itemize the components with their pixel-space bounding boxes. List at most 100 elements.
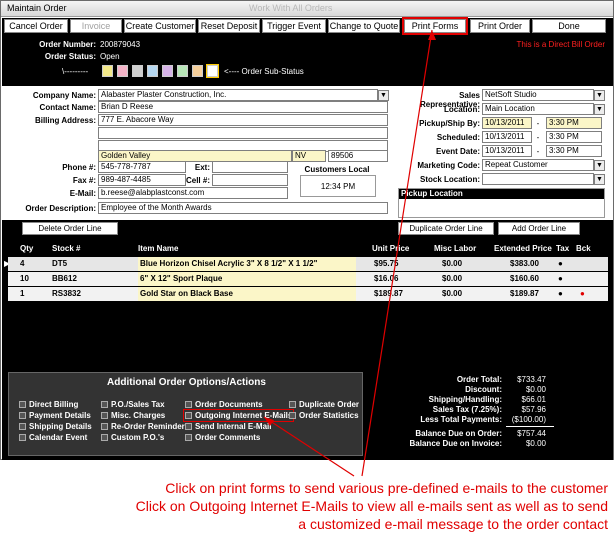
- option-direct-billing[interactable]: Direct Billing: [19, 400, 78, 409]
- row-unit-price[interactable]: $189.87: [374, 289, 403, 298]
- billing-address-label: Billing Address:: [34, 116, 96, 125]
- option-order-statistics[interactable]: Order Statistics: [289, 411, 359, 420]
- location-field[interactable]: Main Location: [482, 103, 594, 115]
- substatus-swatch-5[interactable]: [162, 65, 173, 77]
- state-field[interactable]: NV: [292, 150, 326, 162]
- contact-field[interactable]: Brian D Reese: [98, 101, 388, 113]
- zip-field[interactable]: 89506: [328, 150, 388, 162]
- option-payment-details[interactable]: Payment Details: [19, 411, 91, 420]
- table-row[interactable]: 10 BB612 6" X 12" Sport Plaque $16.06 $0…: [8, 272, 608, 286]
- substatus-swatch-8[interactable]: [206, 64, 219, 78]
- substatus-swatch-2[interactable]: [117, 65, 128, 77]
- row-item-name[interactable]: 6" X 12" Sport Plaque: [138, 272, 356, 286]
- sales-rep-field[interactable]: NetSoft Studio: [482, 89, 594, 101]
- row-tax-icon[interactable]: ●: [558, 289, 563, 298]
- substatus-swatch-1[interactable]: [102, 65, 113, 77]
- event-date-field[interactable]: 10/13/2011: [482, 145, 532, 157]
- pickup-time-field[interactable]: 3:30 PM: [546, 117, 602, 129]
- email-field[interactable]: b.reese@alabplastconst.com: [98, 187, 288, 199]
- address-line2-field[interactable]: [98, 127, 388, 139]
- checkbox-icon[interactable]: [19, 401, 26, 408]
- option-duplicate-order[interactable]: Duplicate Order: [289, 400, 359, 409]
- option-po-sales-tax[interactable]: P.O./Sales Tax: [101, 400, 165, 409]
- row-qty[interactable]: 1: [20, 289, 24, 298]
- duplicate-order-line-button[interactable]: Duplicate Order Line: [398, 222, 494, 235]
- create-customer-button[interactable]: Create Customer: [124, 19, 196, 33]
- option-send-internal-email[interactable]: Send Internal E-Mail: [185, 422, 271, 431]
- cell-field[interactable]: [212, 174, 288, 186]
- option-custom-pos[interactable]: Custom P.O.'s: [101, 433, 164, 442]
- pickup-location-panel[interactable]: Pickup Location: [398, 188, 605, 218]
- print-order-button[interactable]: Print Order: [470, 19, 530, 33]
- row-stock[interactable]: RS3832: [52, 289, 81, 298]
- row-unit-price[interactable]: $16.06: [374, 274, 398, 283]
- location-dropdown-icon[interactable]: ▼: [594, 104, 605, 115]
- option-reorder-reminders[interactable]: Re-Order Reminders: [101, 422, 189, 431]
- checkbox-icon[interactable]: [101, 434, 108, 441]
- option-shipping-details[interactable]: Shipping Details: [19, 422, 92, 431]
- option-outgoing-internet-emails[interactable]: Outgoing Internet E-Mails: [182, 409, 295, 422]
- row-unit-price[interactable]: $95.75: [374, 259, 398, 268]
- invoice-button[interactable]: Invoice: [70, 19, 122, 33]
- checkbox-icon[interactable]: [19, 423, 26, 430]
- event-time-field[interactable]: 3:30 PM: [546, 145, 602, 157]
- checkbox-icon[interactable]: [185, 423, 192, 430]
- checkbox-icon[interactable]: [289, 401, 296, 408]
- row-extended-price: $160.60: [510, 274, 539, 283]
- row-misc-labor[interactable]: $0.00: [442, 289, 462, 298]
- company-field[interactable]: Alabaster Plaster Construction, Inc.: [98, 89, 378, 101]
- option-calendar-event[interactable]: Calendar Event: [19, 433, 87, 442]
- row-stock[interactable]: DT5: [52, 259, 67, 268]
- change-to-quote-button[interactable]: Change to Quote: [328, 19, 400, 33]
- row-tax-icon[interactable]: ●: [558, 259, 563, 268]
- delete-order-line-button[interactable]: Delete Order Line: [22, 222, 118, 235]
- checkbox-icon[interactable]: [19, 434, 26, 441]
- company-dropdown-icon[interactable]: ▼: [378, 90, 389, 101]
- trigger-event-button[interactable]: Trigger Event: [262, 19, 326, 33]
- marketing-code-field[interactable]: Repeat Customer: [482, 159, 594, 171]
- row-misc-labor[interactable]: $0.00: [442, 259, 462, 268]
- address-line1-field[interactable]: 777 E. Abacore Way: [98, 114, 388, 126]
- ext-field[interactable]: [212, 161, 288, 173]
- row-qty[interactable]: 4: [20, 259, 24, 268]
- substatus-swatch-6[interactable]: [177, 65, 188, 77]
- print-forms-button[interactable]: Print Forms: [402, 17, 468, 35]
- substatus-swatch-4[interactable]: [147, 65, 158, 77]
- substatus-swatch-7[interactable]: [192, 65, 203, 77]
- reset-deposit-button[interactable]: Reset Deposit: [198, 19, 260, 33]
- row-qty[interactable]: 10: [20, 274, 29, 283]
- row-tax-icon[interactable]: ●: [558, 274, 563, 283]
- scheduled-time-field[interactable]: 3:30 PM: [546, 131, 602, 143]
- option-misc-charges[interactable]: Misc. Charges: [101, 411, 165, 420]
- phone-field[interactable]: 545-778-7787: [98, 161, 186, 173]
- done-button[interactable]: Done: [532, 19, 606, 33]
- order-description-field[interactable]: Employee of the Month Awards: [98, 202, 388, 214]
- sales-rep-dropdown-icon[interactable]: ▼: [594, 90, 605, 101]
- option-order-documents[interactable]: Order Documents: [185, 400, 263, 409]
- checkbox-icon[interactable]: [185, 434, 192, 441]
- row-bck-icon[interactable]: ●: [580, 289, 585, 298]
- fax-field[interactable]: 989-487-4485: [98, 174, 186, 186]
- checkbox-icon[interactable]: [101, 412, 108, 419]
- option-order-comments[interactable]: Order Comments: [185, 433, 260, 442]
- marketing-code-dropdown-icon[interactable]: ▼: [594, 160, 605, 171]
- row-item-name[interactable]: Gold Star on Black Base: [138, 287, 356, 301]
- table-row[interactable]: 4 DT5 Blue Horizon Chisel Acrylic 3" X 8…: [8, 257, 608, 271]
- checkbox-icon[interactable]: [185, 401, 192, 408]
- checkbox-icon[interactable]: [19, 412, 26, 419]
- add-order-line-button[interactable]: Add Order Line: [498, 222, 580, 235]
- row-item-name[interactable]: Blue Horizon Chisel Acrylic 3" X 8 1/2" …: [138, 257, 356, 271]
- row-stock[interactable]: BB612: [52, 274, 77, 283]
- cancel-order-button[interactable]: Cancel Order: [4, 19, 68, 33]
- stock-location-field[interactable]: [482, 173, 594, 185]
- table-row[interactable]: 1 RS3832 Gold Star on Black Base $189.87…: [8, 287, 608, 301]
- substatus-swatch-3[interactable]: [132, 65, 143, 77]
- stock-location-dropdown-icon[interactable]: ▼: [594, 174, 605, 185]
- row-misc-labor[interactable]: $0.00: [442, 274, 462, 283]
- scheduled-date-field[interactable]: 10/13/2011: [482, 131, 532, 143]
- checkbox-icon[interactable]: [101, 423, 108, 430]
- pickup-date-field[interactable]: 10/13/2011: [482, 117, 532, 129]
- checkbox-icon[interactable]: [101, 401, 108, 408]
- checkbox-icon[interactable]: [289, 412, 296, 419]
- checkbox-icon[interactable]: [185, 412, 192, 419]
